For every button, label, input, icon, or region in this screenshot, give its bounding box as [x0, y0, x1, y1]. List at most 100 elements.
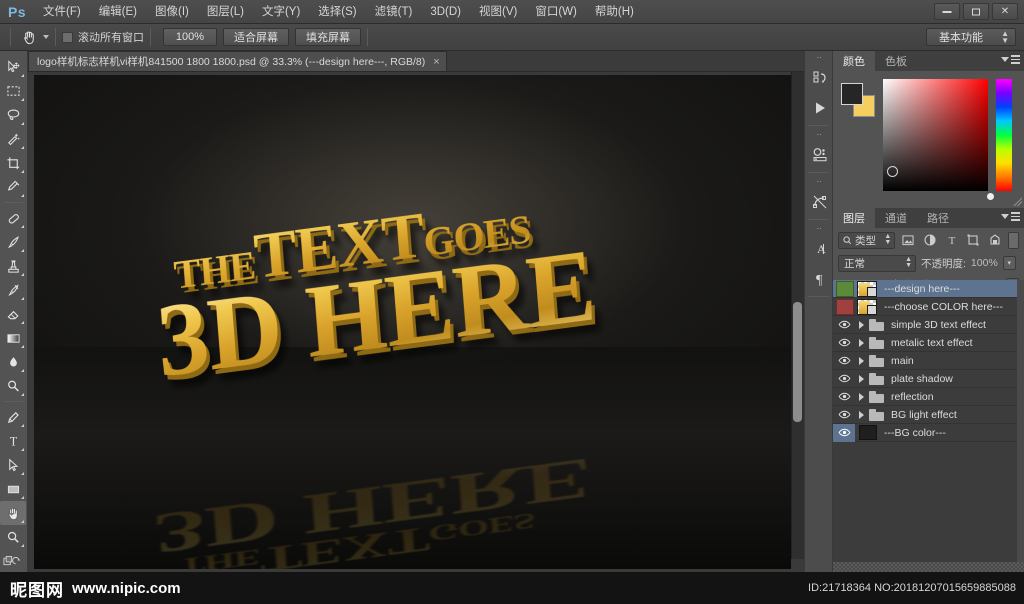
dodge-tool[interactable] [0, 374, 26, 398]
layer-visibility-cell[interactable] [833, 298, 855, 316]
minimize-button[interactable] [934, 3, 960, 20]
table-row[interactable]: metalic text effect [833, 334, 1024, 352]
color-modes-icon[interactable] [0, 549, 26, 573]
menu-view[interactable]: 视图(V) [470, 2, 526, 22]
eye-icon[interactable] [838, 356, 851, 365]
color-field-cursor-icon[interactable] [887, 166, 898, 177]
eyedropper-tool[interactable] [0, 175, 26, 199]
fit-screen-button[interactable]: 适合屏幕 [223, 28, 289, 46]
rail-grip-icon-4[interactable]: ·· [805, 222, 832, 234]
adjustments-panel-icon[interactable] [805, 140, 834, 170]
eye-icon[interactable] [838, 338, 851, 347]
opacity-stepper[interactable]: ▾ [1002, 256, 1016, 270]
layers-panel-menu-button[interactable] [1001, 212, 1020, 221]
layer-thumbnail[interactable] [859, 425, 877, 440]
panel-resize-grip-icon[interactable] [1013, 197, 1022, 206]
group-expand-toggle[interactable] [855, 374, 868, 383]
menu-edit[interactable]: 编辑(E) [90, 2, 146, 22]
type-tool[interactable]: T [0, 429, 26, 453]
paragraph-panel-icon[interactable]: ¶ [805, 264, 834, 294]
eraser-tool[interactable] [0, 302, 26, 326]
document-tab[interactable]: logo样机标志样机vi样机841500 1800 1800.psd @ 33.… [28, 51, 447, 71]
fill-screen-button[interactable]: 填充屏幕 [295, 28, 361, 46]
layer-color-label-green[interactable] [836, 280, 854, 297]
crop-tool[interactable] [0, 151, 26, 175]
adjustment-filter-icon[interactable] [921, 232, 939, 249]
eye-icon[interactable] [838, 428, 851, 437]
scroll-all-windows-checkbox[interactable]: 滚动所有窗口 [62, 29, 144, 45]
timeline-panel-icon[interactable] [805, 93, 834, 123]
eye-icon[interactable] [838, 320, 851, 329]
group-expand-toggle[interactable] [855, 410, 868, 419]
type-filter-icon[interactable]: T [943, 232, 961, 249]
tab-color[interactable]: 颜色 [833, 51, 875, 71]
clone-stamp-tool[interactable] [0, 254, 26, 278]
menu-image[interactable]: 图像(I) [146, 2, 198, 22]
layer-filter-kind-select[interactable]: 类型 ▲ ▼ [838, 231, 896, 249]
menu-3d[interactable]: 3D(D) [421, 2, 470, 22]
rail-grip-icon-3[interactable]: ·· [805, 175, 832, 187]
blur-tool[interactable] [0, 350, 26, 374]
layer-thumbnail[interactable] [857, 298, 877, 315]
layer-visibility-cell[interactable] [833, 280, 855, 298]
canvas-area[interactable]: THETEXTGOES 3D HERE THETEXTGOES 3D HERE [28, 72, 804, 572]
layer-list-scrollbar[interactable] [1017, 280, 1024, 572]
table-row[interactable]: ---design here--- [833, 280, 1024, 298]
layer-visibility-cell[interactable] [833, 370, 855, 388]
blend-mode-select[interactable]: 正常 ▲ ▼ [838, 254, 916, 272]
group-expand-toggle[interactable] [855, 320, 868, 329]
table-row[interactable]: ---BG color--- [833, 423, 1024, 442]
document-tab-close-icon[interactable]: × [433, 56, 439, 67]
group-expand-toggle[interactable] [855, 338, 868, 347]
tab-channels[interactable]: 通道 [875, 208, 917, 228]
shape-filter-icon[interactable] [965, 232, 983, 249]
checkbox-box[interactable] [62, 31, 73, 43]
zoom-100-button[interactable]: 100% [163, 28, 217, 46]
rail-grip-icon[interactable]: ·· [805, 51, 832, 63]
canvas-scrollbar-thumb[interactable] [793, 302, 802, 422]
menu-select[interactable]: 选择(S) [309, 2, 365, 22]
path-selection-tool[interactable] [0, 453, 26, 477]
layer-visibility-cell[interactable] [833, 334, 855, 352]
table-row[interactable]: BG light effect [833, 406, 1024, 424]
layer-visibility-cell[interactable] [833, 316, 855, 334]
tab-paths[interactable]: 路径 [917, 208, 959, 228]
layer-visibility-cell[interactable] [833, 406, 855, 424]
layer-visibility-cell[interactable] [833, 423, 855, 442]
smartobject-filter-icon[interactable] [986, 232, 1004, 249]
layer-color-label-red[interactable] [836, 298, 854, 315]
maximize-button[interactable] [963, 3, 989, 20]
opacity-value[interactable]: 100% [971, 257, 998, 269]
group-expand-toggle[interactable] [855, 356, 868, 365]
tab-layers[interactable]: 图层 [833, 208, 875, 228]
healing-brush-tool[interactable] [0, 206, 26, 230]
layer-visibility-cell[interactable] [833, 352, 855, 370]
pixel-filter-icon[interactable] [899, 232, 917, 249]
table-row[interactable]: main [833, 352, 1024, 370]
history-panel-icon[interactable] [805, 63, 834, 93]
rectangle-tool[interactable] [0, 477, 26, 501]
tab-swatches[interactable]: 色板 [875, 51, 917, 71]
quick-selection-tool[interactable] [0, 127, 26, 151]
tool-preset-chevron-icon[interactable] [43, 35, 49, 39]
marquee-tool[interactable] [0, 79, 26, 103]
hue-slider[interactable] [996, 79, 1012, 191]
menu-layer[interactable]: 图层(L) [198, 2, 253, 22]
layer-visibility-cell[interactable] [833, 388, 855, 406]
table-row[interactable]: plate shadow [833, 370, 1024, 388]
pen-tool[interactable] [0, 405, 26, 429]
brush-tool[interactable] [0, 230, 26, 254]
menu-type[interactable]: 文字(Y) [253, 2, 309, 22]
eye-icon[interactable] [838, 392, 851, 401]
group-expand-toggle[interactable] [855, 392, 868, 401]
color-panel-foreground-swatch[interactable] [841, 83, 863, 105]
rail-grip-icon-2[interactable]: ·· [805, 128, 832, 140]
gradient-tool[interactable] [0, 326, 26, 350]
history-brush-tool[interactable] [0, 278, 26, 302]
layer-thumbnail[interactable] [857, 280, 877, 297]
menu-filter[interactable]: 滤镜(T) [366, 2, 422, 22]
table-row[interactable]: ---choose COLOR here--- [833, 298, 1024, 316]
workspace-selector[interactable]: 基本功能 ▲ ▼ [926, 28, 1016, 46]
character-panel-icon[interactable]: A [805, 234, 834, 264]
table-row[interactable]: reflection [833, 388, 1024, 406]
